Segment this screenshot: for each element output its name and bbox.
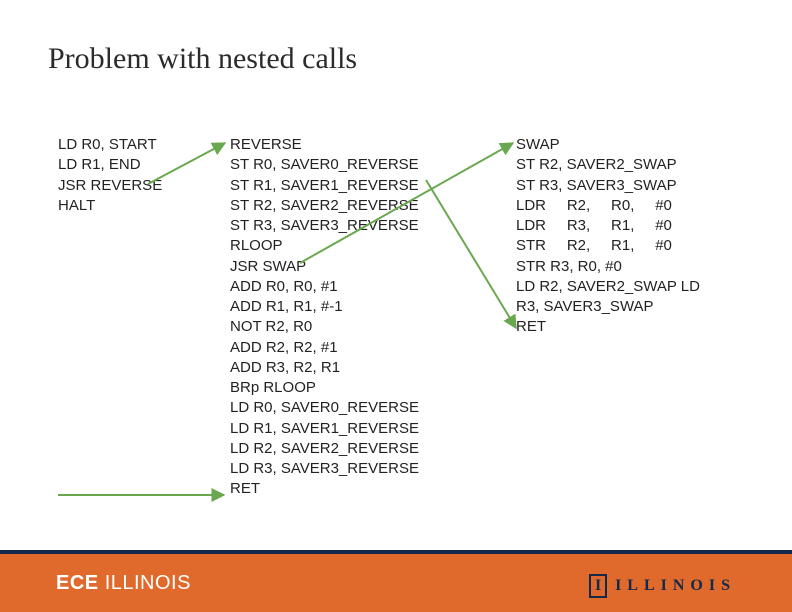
- illinois-text: ILLINOIS: [105, 572, 191, 594]
- illinois-i-icon: I: [589, 574, 607, 598]
- slide-title: Problem with nested calls: [48, 42, 357, 76]
- illinois-wordmark: ILLINOIS: [615, 577, 736, 595]
- code-column-main: LD R0, START LD R1, END JSR REVERSE HALT: [58, 135, 228, 216]
- illinois-logo: I ILLINOIS: [589, 574, 736, 598]
- ece-text: ECE: [56, 572, 99, 594]
- footer: ECE ILLINOIS I ILLINOIS: [0, 550, 792, 612]
- code-column-swap: SWAP ST R2, SAVER2_SWAP ST R3, SAVER3_SW…: [516, 135, 766, 338]
- code-column-reverse: REVERSE ST R0, SAVER0_REVERSE ST R1, SAV…: [230, 135, 500, 500]
- slide: Problem with nested calls LD R0, START L…: [0, 0, 792, 612]
- footer-ece-logo: ECE ILLINOIS: [56, 572, 191, 595]
